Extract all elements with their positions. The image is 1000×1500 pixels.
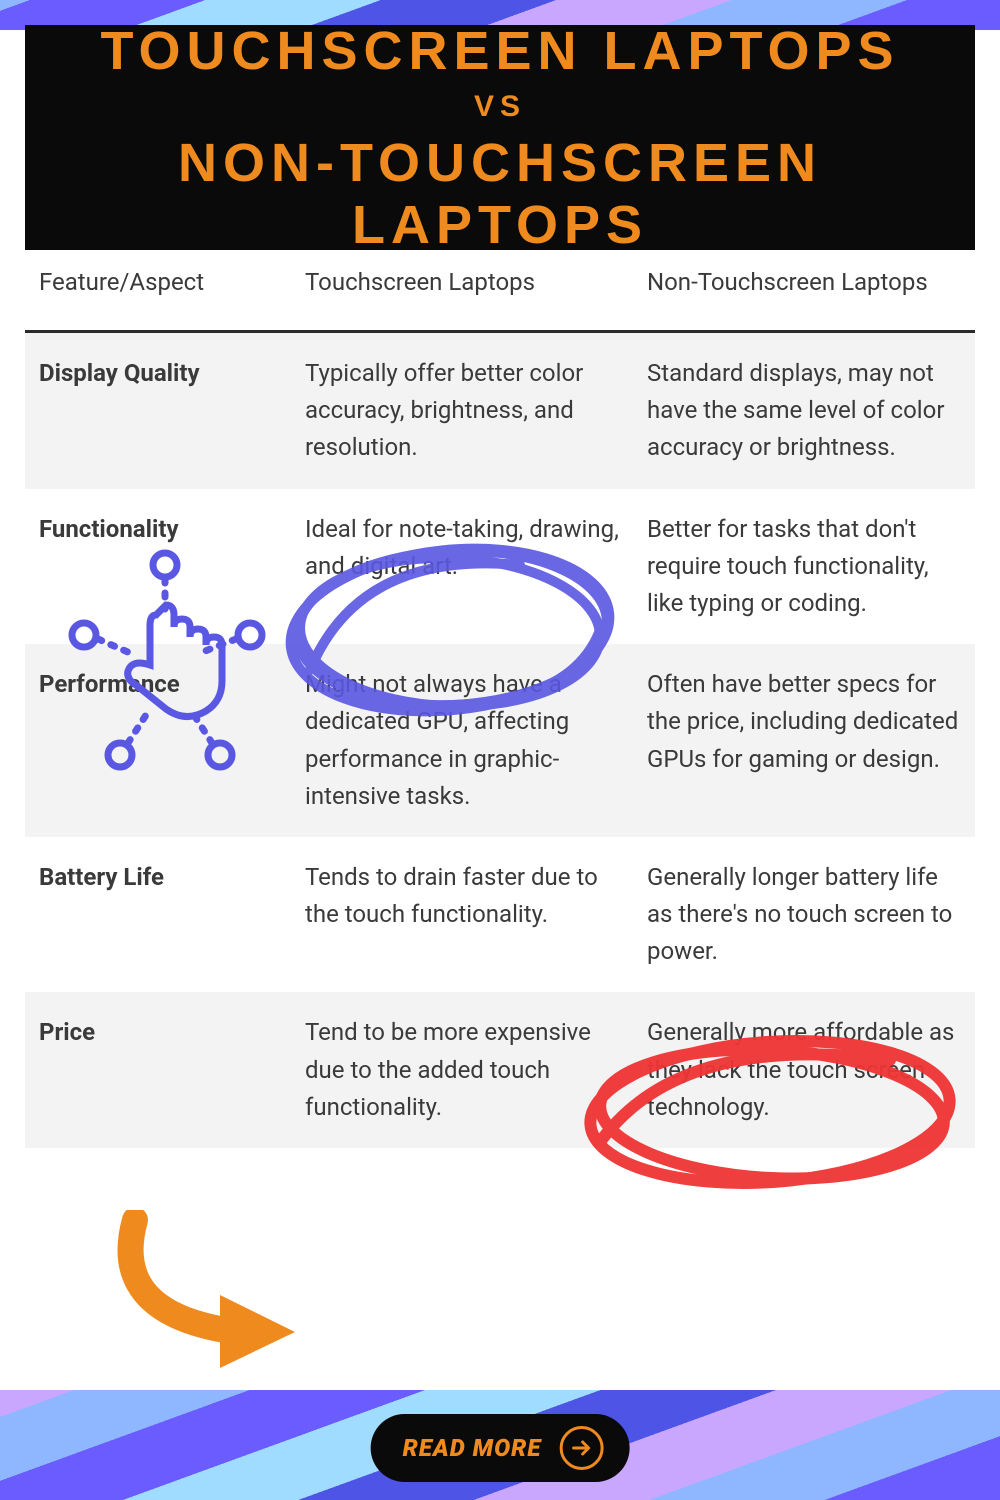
row-nontouch-cell: Generally more affordable as they lack t… (633, 992, 975, 1148)
col-header-touch: Touchscreen Laptops (291, 250, 633, 332)
title-vs: VS (474, 90, 526, 124)
comparison-table: Feature/Aspect Touchscreen Laptops Non-T… (25, 250, 975, 1148)
row-nontouch-cell: Better for tasks that don't require touc… (633, 489, 975, 645)
table-row: Price Tend to be more expensive due to t… (25, 992, 975, 1148)
row-touch-cell: Might not always have a dedicated GPU, a… (291, 644, 633, 837)
title-header: TOUCHSCREEN LAPTOPS VS NON-TOUCHSCREEN L… (25, 25, 975, 250)
table-row: Performance Might not always have a dedi… (25, 644, 975, 837)
row-touch-cell: Typically offer better color accuracy, b… (291, 332, 633, 489)
table-header-row: Feature/Aspect Touchscreen Laptops Non-T… (25, 250, 975, 332)
row-nontouch-cell: Often have better specs for the price, i… (633, 644, 975, 837)
table-row: Functionality Ideal for note-taking, dra… (25, 489, 975, 645)
row-label: Battery Life (25, 837, 291, 993)
row-label: Performance (25, 644, 291, 837)
table-row: Display Quality Typically offer better c… (25, 332, 975, 489)
row-label: Display Quality (25, 332, 291, 489)
title-line-1: TOUCHSCREEN LAPTOPS (100, 20, 899, 82)
row-label: Functionality (25, 489, 291, 645)
col-header-nontouch: Non-Touchscreen Laptops (633, 250, 975, 332)
col-header-feature: Feature/Aspect (25, 250, 291, 332)
comparison-table-container: Feature/Aspect Touchscreen Laptops Non-T… (25, 250, 975, 1390)
table-row: Battery Life Tends to drain faster due t… (25, 837, 975, 993)
row-label: Price (25, 992, 291, 1148)
row-nontouch-cell: Standard displays, may not have the same… (633, 332, 975, 489)
arrow-right-icon (559, 1426, 603, 1470)
row-touch-cell: Tends to drain faster due to the touch f… (291, 837, 633, 993)
read-more-button[interactable]: READ MORE (371, 1414, 630, 1482)
title-line-2: NON-TOUCHSCREEN LAPTOPS (25, 132, 975, 256)
row-touch-cell: Tend to be more expensive due to the add… (291, 992, 633, 1148)
read-more-label: READ MORE (403, 1434, 542, 1462)
row-nontouch-cell: Generally longer battery life as there's… (633, 837, 975, 993)
row-touch-cell: Ideal for note-taking, drawing, and digi… (291, 489, 633, 645)
